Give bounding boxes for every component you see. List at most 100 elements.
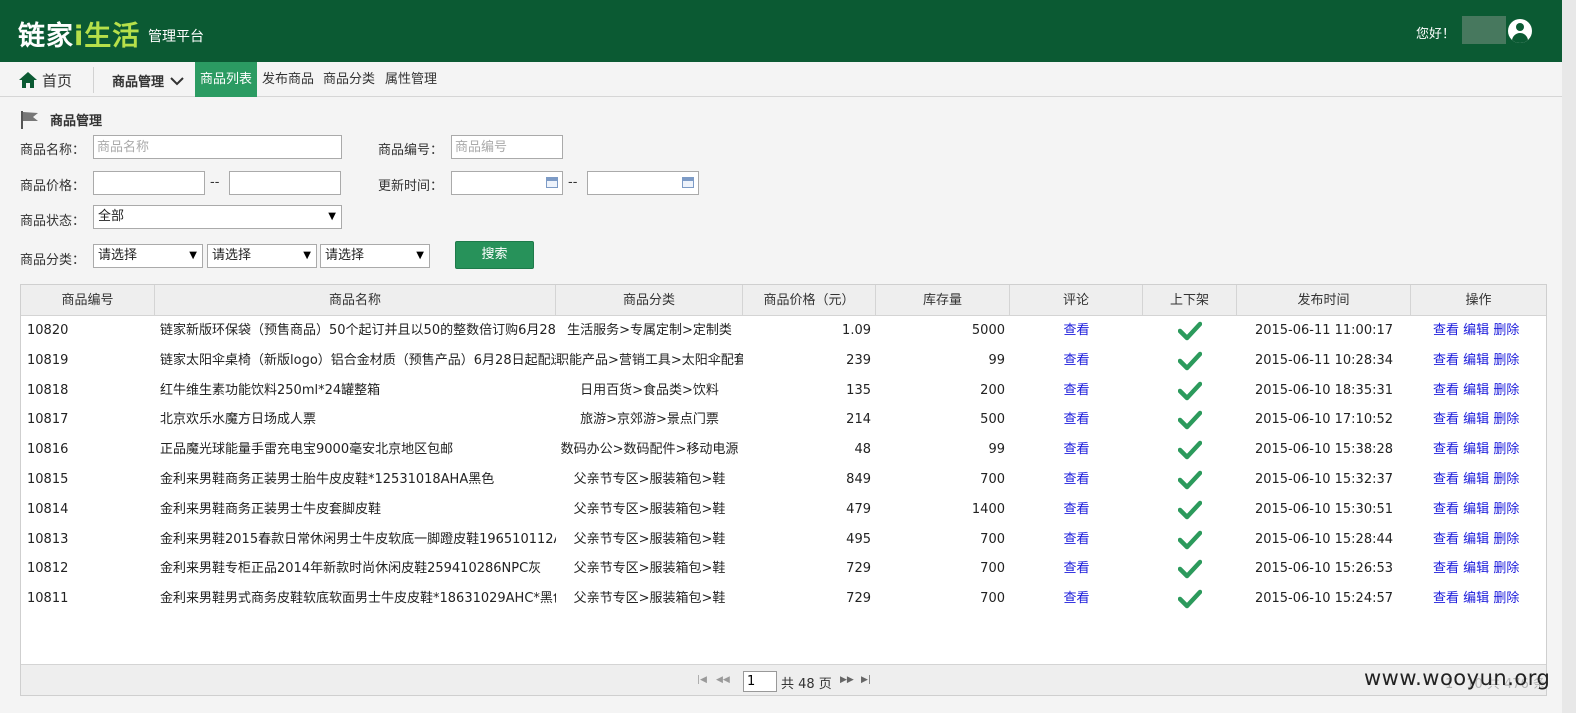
- cell-price: 479: [846, 501, 871, 517]
- view-link[interactable]: 查看: [1433, 353, 1459, 368]
- check-icon[interactable]: [1178, 321, 1202, 341]
- comment-view-link[interactable]: 查看: [1010, 495, 1143, 525]
- nav-product-management[interactable]: 商品管理: [112, 71, 184, 90]
- page-number-input[interactable]: [743, 671, 777, 692]
- cell-actions: 查看 编辑 删除: [1433, 405, 1543, 435]
- check-icon[interactable]: [1178, 440, 1202, 460]
- table-row[interactable]: 10813 金利来男鞋2015春款日常休闲男士牛皮软底一脚蹬皮鞋196510112…: [21, 525, 1546, 555]
- column-header-stock[interactable]: 库存量: [876, 285, 1010, 316]
- edit-link[interactable]: 编辑: [1463, 502, 1489, 517]
- column-header-price[interactable]: 商品价格（元）: [743, 285, 876, 316]
- edit-link[interactable]: 编辑: [1463, 591, 1489, 606]
- edit-link[interactable]: 编辑: [1463, 561, 1489, 576]
- view-link[interactable]: 查看: [1433, 532, 1459, 547]
- comment-view-link[interactable]: 查看: [1010, 525, 1143, 555]
- comment-view-link[interactable]: 查看: [1010, 316, 1143, 346]
- nav-tab-product-category[interactable]: 商品分类: [323, 62, 375, 97]
- delete-link[interactable]: 删除: [1493, 412, 1519, 427]
- comment-view-link[interactable]: 查看: [1010, 465, 1143, 495]
- table-row[interactable]: 10812 金利来男鞋专柜正品2014年新款时尚休闲皮鞋259410286NPC灰…: [21, 554, 1546, 584]
- column-header-name[interactable]: 商品名称: [155, 285, 556, 316]
- product-code-input[interactable]: [451, 135, 563, 159]
- status-select[interactable]: 全部 ▼: [93, 205, 342, 229]
- delete-link[interactable]: 删除: [1493, 472, 1519, 487]
- edit-link[interactable]: 编辑: [1463, 442, 1489, 457]
- check-icon[interactable]: [1178, 410, 1202, 430]
- cell-price: 135: [846, 382, 871, 398]
- table-row[interactable]: 10820 链家新版环保袋（预售商品）50个起订并且以50的整数倍订购6月28日生…: [21, 316, 1546, 346]
- total-pages-text: 共 48 页: [781, 677, 832, 692]
- check-icon[interactable]: [1178, 530, 1202, 550]
- delete-link[interactable]: 删除: [1493, 532, 1519, 547]
- edit-link[interactable]: 编辑: [1463, 353, 1489, 368]
- table-row[interactable]: 10815 金利来男鞋商务正装男士胎牛皮皮鞋*12531018AHA黑色 父亲节专区…: [21, 465, 1546, 495]
- table-row[interactable]: 10816 正品魔光球能量手雷充电宝9000毫安北京地区包邮 数码办公>数码配件>移…: [21, 435, 1546, 465]
- nav-tab-publish-product[interactable]: 发布商品: [262, 62, 314, 97]
- delete-link[interactable]: 删除: [1493, 383, 1519, 398]
- delete-link[interactable]: 删除: [1493, 353, 1519, 368]
- check-icon[interactable]: [1178, 351, 1202, 371]
- prev-page-icon[interactable]: ◀◀: [716, 675, 730, 685]
- view-link[interactable]: 查看: [1433, 502, 1459, 517]
- view-link[interactable]: 查看: [1433, 412, 1459, 427]
- column-header-publish-time[interactable]: 发布时间: [1237, 285, 1411, 316]
- check-icon[interactable]: [1178, 500, 1202, 520]
- search-button[interactable]: 搜索: [455, 241, 534, 269]
- price-min-input[interactable]: [93, 171, 205, 195]
- delete-link[interactable]: 删除: [1493, 502, 1519, 517]
- column-header-comment[interactable]: 评论: [1010, 285, 1143, 316]
- table-row[interactable]: 10811 金利来男鞋男式商务皮鞋软底软面男士牛皮皮鞋*18631029AHC*黑…: [21, 584, 1546, 614]
- edit-link[interactable]: 编辑: [1463, 472, 1489, 487]
- calendar-icon[interactable]: [682, 177, 694, 188]
- cell-code: 10812: [27, 561, 69, 577]
- table-row[interactable]: 10814 金利来男鞋商务正装男士牛皮套脚皮鞋 父亲节专区>服装箱包>鞋 479 140…: [21, 495, 1546, 525]
- nav-tab-attribute-management[interactable]: 属性管理: [385, 62, 437, 97]
- product-name-input[interactable]: [93, 135, 342, 159]
- edit-link[interactable]: 编辑: [1463, 323, 1489, 338]
- column-header-shelf[interactable]: 上下架: [1143, 285, 1237, 316]
- check-icon[interactable]: [1178, 559, 1202, 579]
- last-page-icon[interactable]: ▶|: [861, 675, 871, 685]
- view-link[interactable]: 查看: [1433, 323, 1459, 338]
- user-avatar-icon[interactable]: [1508, 19, 1532, 43]
- edit-link[interactable]: 编辑: [1463, 383, 1489, 398]
- check-icon[interactable]: [1178, 589, 1202, 609]
- cell-stock: 1400: [971, 501, 1005, 517]
- nav-home[interactable]: 首页: [18, 69, 72, 91]
- view-link[interactable]: 查看: [1433, 442, 1459, 457]
- delete-link[interactable]: 删除: [1493, 442, 1519, 457]
- comment-view-link[interactable]: 查看: [1010, 584, 1143, 614]
- category-level1-select[interactable]: 请选择 ▼: [93, 244, 203, 268]
- view-link[interactable]: 查看: [1433, 591, 1459, 606]
- category-level3-select[interactable]: 请选择 ▼: [320, 244, 430, 268]
- nav-tab-product-list[interactable]: 商品列表: [195, 62, 258, 97]
- check-icon[interactable]: [1178, 470, 1202, 490]
- window-scrollbar[interactable]: [1562, 0, 1576, 713]
- comment-view-link[interactable]: 查看: [1010, 435, 1143, 465]
- comment-view-link[interactable]: 查看: [1010, 554, 1143, 584]
- category-level2-select[interactable]: 请选择 ▼: [207, 244, 317, 268]
- cell-stock: 700: [980, 531, 1005, 547]
- delete-link[interactable]: 删除: [1493, 323, 1519, 338]
- table-row[interactable]: 10818 红牛维生素功能饮料250ml*24罐整箱 日用百货>食品类>饮料 135 2…: [21, 376, 1546, 406]
- brand-logo[interactable]: 链家i生活: [18, 14, 140, 53]
- view-link[interactable]: 查看: [1433, 561, 1459, 576]
- calendar-icon[interactable]: [546, 177, 558, 188]
- column-header-code[interactable]: 商品编号: [21, 285, 155, 316]
- price-max-input[interactable]: [229, 171, 341, 195]
- edit-link[interactable]: 编辑: [1463, 532, 1489, 547]
- edit-link[interactable]: 编辑: [1463, 412, 1489, 427]
- comment-view-link[interactable]: 查看: [1010, 376, 1143, 406]
- next-page-icon[interactable]: ▶▶: [840, 675, 854, 685]
- view-link[interactable]: 查看: [1433, 472, 1459, 487]
- view-link[interactable]: 查看: [1433, 383, 1459, 398]
- delete-link[interactable]: 删除: [1493, 591, 1519, 606]
- table-row[interactable]: 10817 北京欢乐水魔方日场成人票 旅游>京郊游>景点门票 214 500 查看 2015…: [21, 405, 1546, 435]
- check-icon[interactable]: [1178, 381, 1202, 401]
- column-header-category[interactable]: 商品分类: [556, 285, 743, 316]
- first-page-icon[interactable]: |◀: [697, 675, 707, 685]
- delete-link[interactable]: 删除: [1493, 561, 1519, 576]
- table-row[interactable]: 10819 链家太阳伞桌椅（新版logo）铝合金材质（预售产品）6月28日起配送职…: [21, 346, 1546, 376]
- comment-view-link[interactable]: 查看: [1010, 346, 1143, 376]
- comment-view-link[interactable]: 查看: [1010, 405, 1143, 435]
